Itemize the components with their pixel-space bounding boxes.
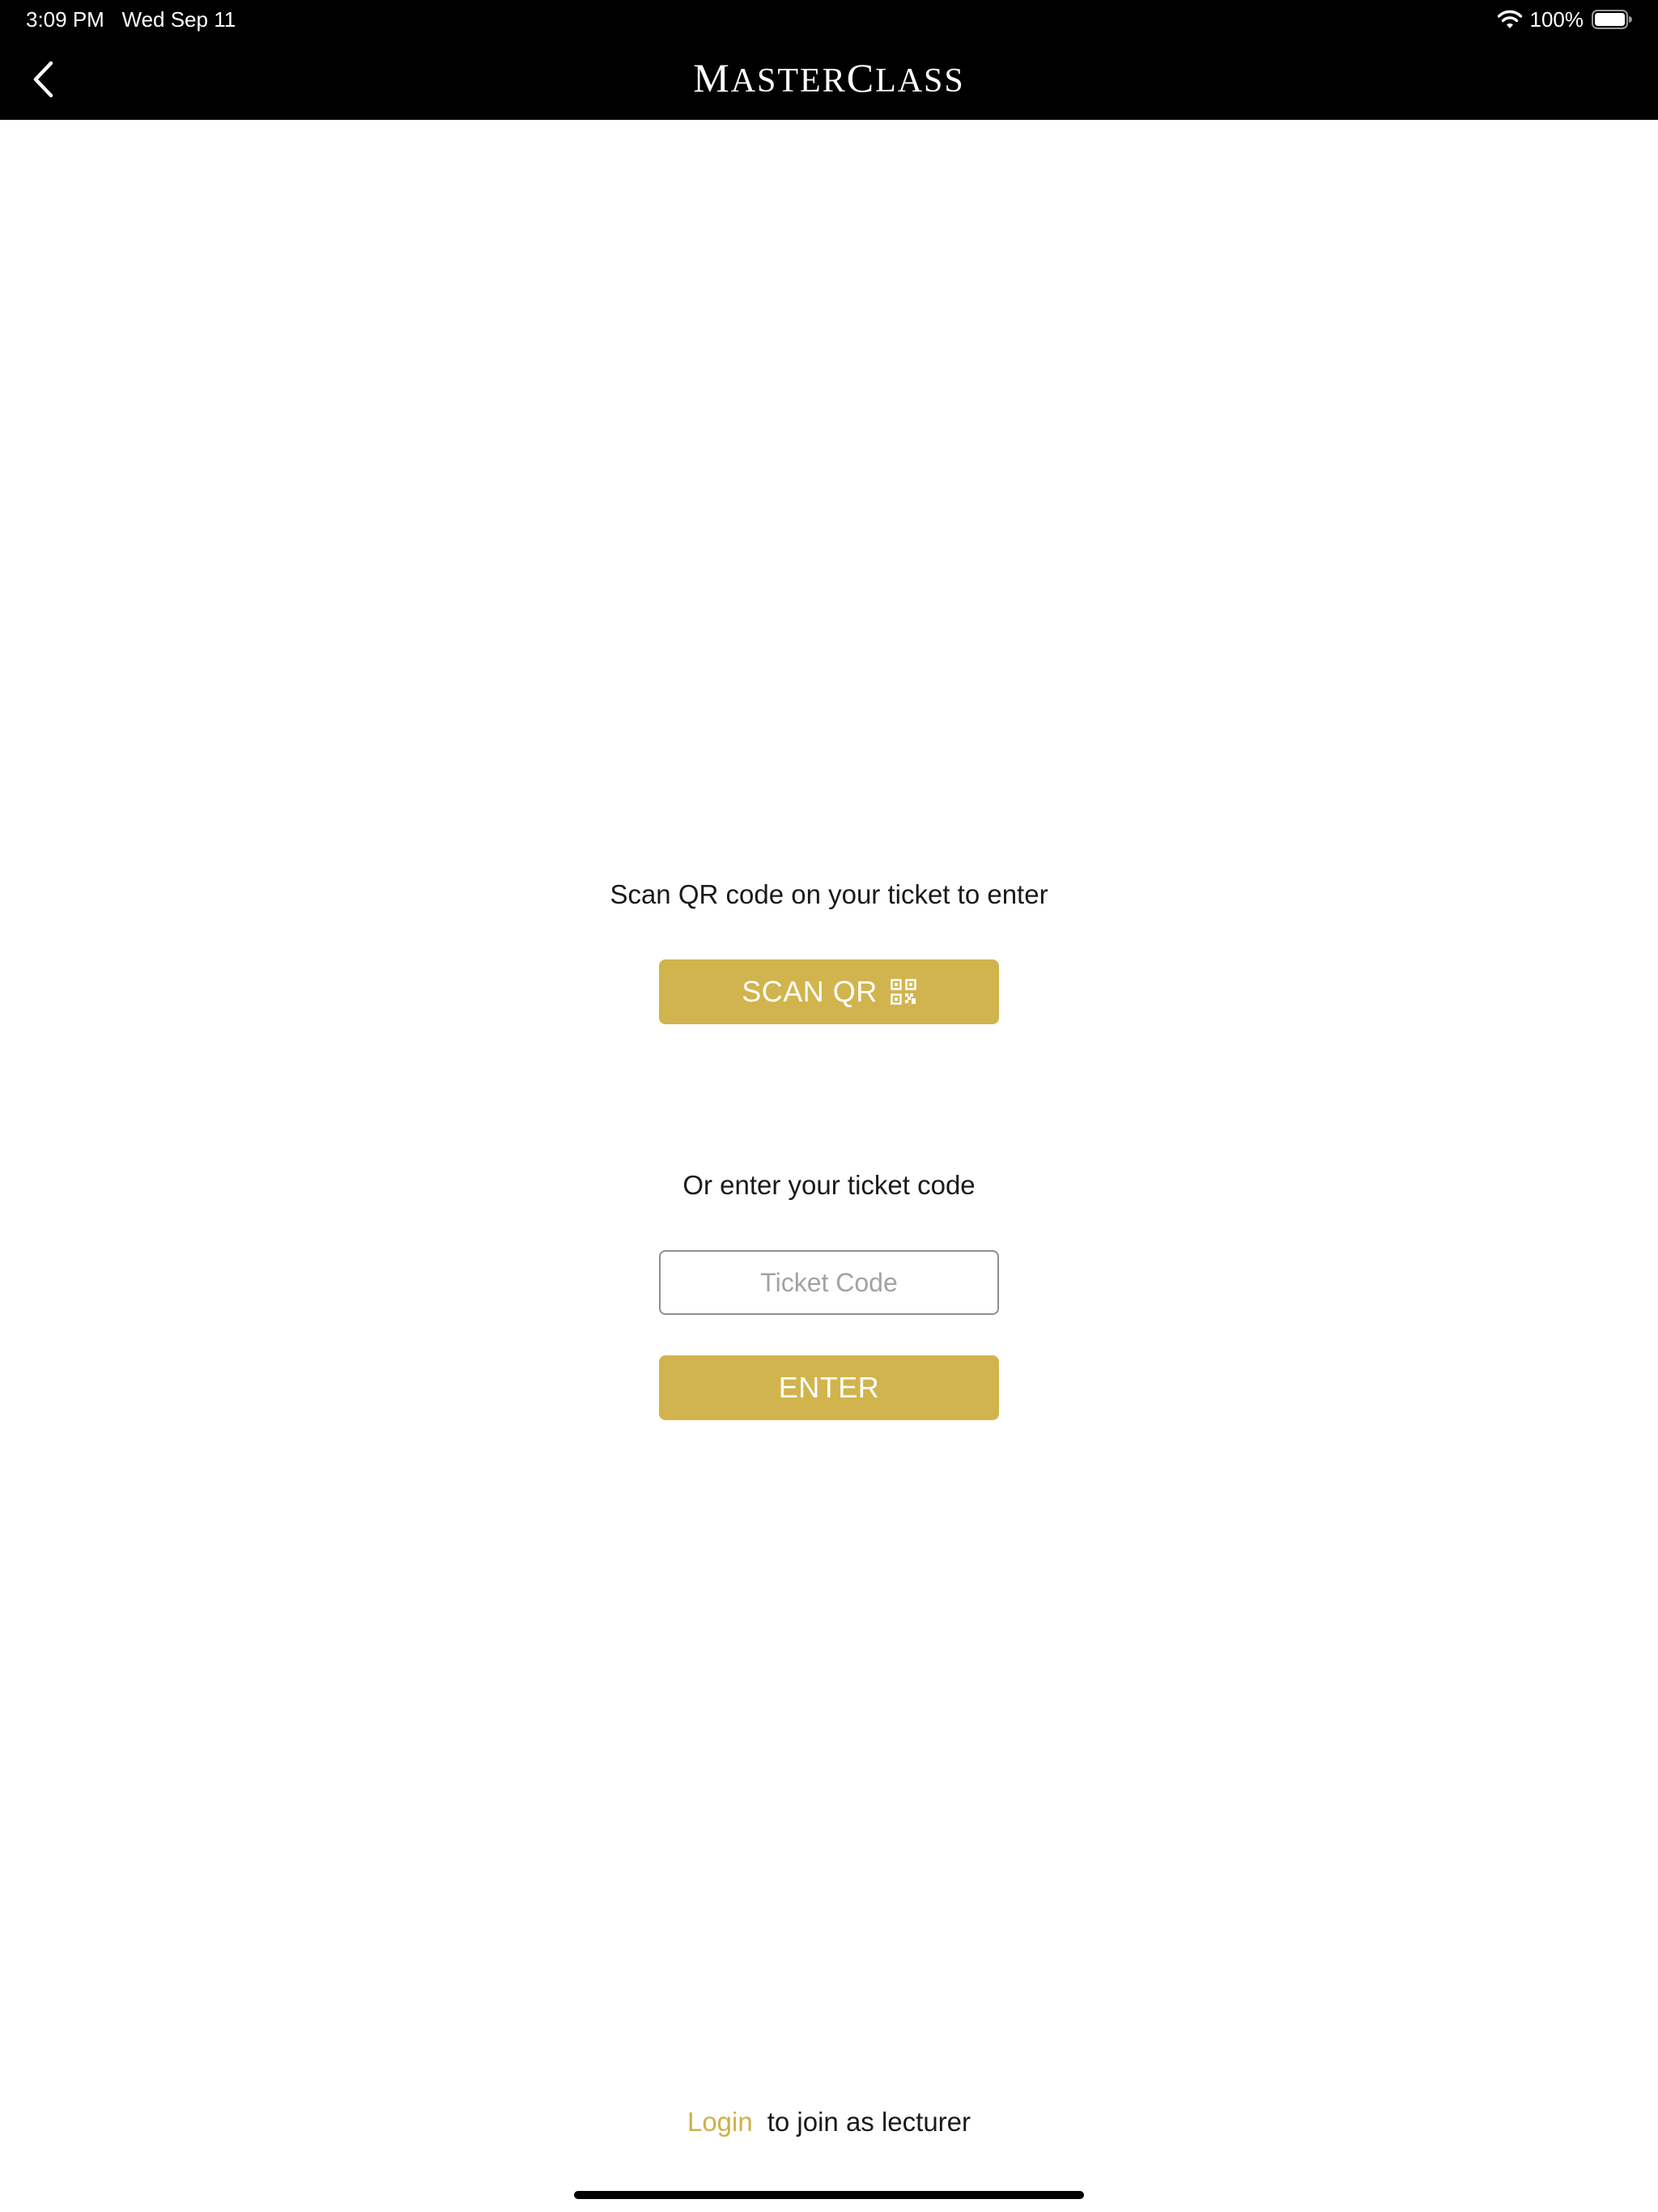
qr-code-icon [891, 979, 916, 1005]
brand-letter-m: M [693, 55, 731, 100]
brand-text-lass: LASS [875, 62, 965, 100]
enter-button[interactable]: ENTER [659, 1355, 999, 1420]
login-suffix: to join as lecturer [767, 2107, 971, 2137]
ticket-code-instruction: Or enter your ticket code [682, 1170, 976, 1200]
scan-qr-button[interactable]: SCAN QR [659, 959, 999, 1024]
login-link[interactable]: Login [687, 2107, 753, 2137]
header-bar: 3:09 PM Wed Sep 11 100% MASTERCLASS [0, 0, 1658, 120]
brand-letter-c: C [846, 55, 876, 100]
brand-logo: MASTERCLASS [0, 52, 1658, 107]
scan-qr-label: SCAN QR [742, 975, 878, 1008]
status-indicators: 100% [1496, 5, 1632, 34]
battery-icon [1592, 10, 1632, 29]
status-date: Wed Sep 11 [121, 7, 236, 32]
ticket-code-input[interactable] [659, 1250, 999, 1315]
battery-percent: 100% [1529, 6, 1584, 32]
lecturer-login-prompt: Login to join as lecturer [0, 2104, 1658, 2141]
status-clock: 3:09 PM [26, 7, 104, 32]
home-indicator[interactable] [574, 2191, 1084, 2199]
enter-button-label: ENTER [778, 1371, 880, 1404]
status-time: 3:09 PM Wed Sep 11 [26, 5, 236, 34]
brand-text-aster: ASTER [730, 62, 847, 100]
ticket-entry-screen: 3:09 PM Wed Sep 11 100% MASTERCLASS Scan… [0, 0, 1658, 2212]
wifi-icon [1497, 10, 1522, 28]
scan-instruction: Scan QR code on your ticket to enter [610, 879, 1048, 909]
